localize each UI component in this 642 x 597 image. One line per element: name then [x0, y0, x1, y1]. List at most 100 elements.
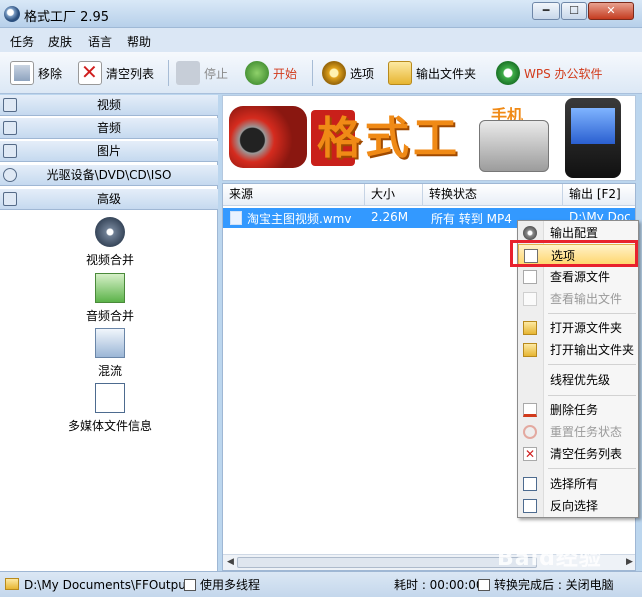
file-icon [523, 292, 537, 306]
camcorder-icon [229, 106, 307, 168]
tool-label: 音频合并 [85, 309, 134, 323]
multithread-checkbox[interactable] [184, 579, 196, 591]
video-icon [3, 98, 17, 112]
menu-language[interactable]: 语言 [88, 33, 112, 50]
close-button[interactable]: ✕ [588, 2, 634, 20]
title-bar: 格式工厂 2.95 ━ ☐ ✕ [0, 0, 642, 28]
disc-icon [3, 168, 17, 182]
stop-icon [176, 61, 200, 85]
menu-item-view-output[interactable]: 查看输出文件 [518, 288, 638, 310]
menu-skin[interactable]: 皮肤 [48, 33, 72, 50]
row-size: 2.26M [371, 210, 409, 224]
options-gear-icon [322, 61, 346, 85]
invert-select-icon [523, 499, 537, 513]
menu-item-select-all[interactable]: 选择所有 [518, 473, 638, 495]
output-path[interactable]: D:\My Documents\FFOutput [24, 576, 191, 594]
image-icon [3, 144, 17, 158]
category-image[interactable]: 图片 [0, 141, 218, 162]
start-label: 开始 [273, 66, 298, 81]
smartphone-icon [565, 98, 621, 178]
remove-icon [10, 61, 34, 85]
sidebar: 视频 音频 图片 光驱设备\DVD\CD\ISO 高级 视频合并 音频合并 混流… [0, 95, 218, 571]
menu-help[interactable]: 帮助 [127, 33, 151, 50]
output-folder-label: 输出文件夹 [416, 66, 477, 81]
scroll-right-icon[interactable]: ▶ [623, 556, 635, 569]
folder-icon [388, 61, 412, 85]
clear-list-icon: ✕ [78, 60, 102, 85]
category-label: 高级 [96, 192, 121, 206]
menu-item-reset-status[interactable]: 重置任务状态 [518, 421, 638, 443]
close-icon: ✕ [606, 4, 616, 17]
wps-label: WPS 办公软件 [524, 66, 603, 81]
clear-list-button[interactable]: ✕ 清空列表 [78, 58, 154, 88]
column-status[interactable]: 转换状态 [423, 184, 563, 206]
menu-separator [548, 313, 636, 314]
row-status: 所有 转到 MP4 [431, 212, 512, 226]
reset-icon [523, 425, 537, 439]
folder-icon [523, 343, 537, 357]
menu-separator [548, 468, 636, 469]
options-button[interactable]: 选项 [322, 58, 374, 88]
output-folder-button[interactable]: 输出文件夹 [388, 58, 476, 88]
mux-icon [95, 328, 125, 358]
menu-item-view-source[interactable]: 查看源文件 [518, 266, 638, 288]
remove-button[interactable]: 移除 [10, 58, 62, 88]
menu-separator [548, 364, 636, 365]
tool-label: 视频合并 [85, 253, 134, 267]
stop-label: 停止 [204, 66, 229, 81]
tool-video-merge[interactable]: 视频合并 [40, 217, 180, 268]
stop-button[interactable]: 停止 [176, 58, 228, 88]
menu-separator [548, 395, 636, 396]
minimize-button[interactable]: ━ [532, 2, 560, 20]
minimize-icon: ━ [542, 4, 550, 17]
menu-item-open-source-folder[interactable]: 打开源文件夹 [518, 317, 638, 339]
menu-item-delete-task[interactable]: 删除任务 [518, 399, 638, 421]
wps-icon [496, 61, 520, 85]
tool-mux[interactable]: 混流 [40, 328, 180, 379]
tool-label: 混流 [97, 364, 122, 378]
banner-title: 格式工 [317, 113, 461, 164]
select-all-icon [523, 477, 537, 491]
elapsed-time: 耗时 : 00:00:00 [394, 578, 484, 592]
category-audio[interactable]: 音频 [0, 118, 218, 139]
column-source[interactable]: 来源 [223, 184, 365, 206]
tool-audio-merge[interactable]: 音频合并 [40, 273, 180, 324]
checklist-icon [95, 383, 125, 413]
watermark: Baid经验 [497, 546, 602, 571]
category-disc[interactable]: 光驱设备\DVD\CD\ISO [0, 165, 218, 186]
multithread-label: 使用多线程 [200, 578, 261, 592]
menu-item-open-output-folder[interactable]: 打开输出文件夹 [518, 339, 638, 361]
menu-task[interactable]: 任务 [10, 33, 34, 50]
banner: 格式工 手机 [222, 95, 636, 181]
category-advanced[interactable]: 高级 [0, 189, 218, 210]
category-label: 光驱设备\DVD\CD\ISO [46, 168, 172, 182]
column-output[interactable]: 输出 [F2] [563, 184, 635, 206]
clear-icon: ✕ [523, 447, 537, 461]
category-label: 图片 [96, 144, 121, 158]
film-reel-icon [95, 217, 125, 247]
start-button[interactable]: 开始 [245, 58, 297, 88]
scrollbar-thumb[interactable] [237, 557, 537, 568]
wps-button[interactable]: WPS 办公软件 [496, 58, 603, 88]
multithread-toggle[interactable]: 使用多线程 [184, 576, 260, 594]
menu-item-invert-selection[interactable]: 反向选择 [518, 495, 638, 517]
audio-icon [3, 121, 17, 135]
folder-icon [523, 321, 537, 335]
toolbar-separator [168, 60, 169, 86]
after-done-toggle[interactable]: 转换完成后 : 关闭电脑 [478, 576, 614, 594]
maximize-button[interactable]: ☐ [561, 2, 587, 20]
after-done-checkbox[interactable] [478, 579, 490, 591]
toolbar: 移除 ✕ 清空列表 停止 开始 选项 输出文件夹 WPS 办公软件 [0, 52, 642, 94]
category-video[interactable]: 视频 [0, 95, 218, 116]
tool-media-info[interactable]: 多媒体文件信息 [40, 383, 180, 434]
menu-item-clear-list[interactable]: ✕ 清空任务列表 [518, 443, 638, 465]
column-size[interactable]: 大小 [365, 184, 423, 206]
scroll-left-icon[interactable]: ◀ [224, 556, 237, 569]
menu-item-thread-priority[interactable]: 线程优先级 [518, 369, 638, 391]
window-title: 格式工厂 2.95 [24, 10, 110, 25]
file-icon [523, 270, 537, 284]
highlight-box [510, 240, 638, 267]
start-icon [245, 61, 269, 85]
phone-icon [479, 120, 549, 172]
remove-label: 移除 [38, 66, 63, 81]
